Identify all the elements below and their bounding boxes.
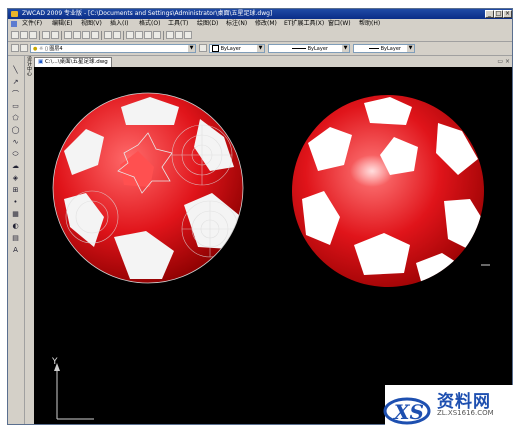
menu-file[interactable]: 文件(F) [22, 19, 42, 29]
color-select[interactable]: ByLayer ▼ [209, 44, 265, 53]
help-icon[interactable] [184, 31, 192, 39]
rectangle-icon[interactable]: ▭ [11, 102, 20, 110]
menu-draw[interactable]: 绘图(D) [197, 19, 218, 29]
toolbar-separator [39, 31, 40, 40]
menu-window[interactable]: 窗口(W) [328, 19, 351, 29]
line-sample-icon [369, 48, 380, 49]
arc-icon[interactable]: ⌒ [11, 90, 20, 98]
app-window: ZWCAD 2009 专业版 - [C:\Documents and Setti… [7, 8, 513, 425]
properties-icon[interactable] [166, 31, 174, 39]
lineweight-select[interactable]: ByLayer ▼ [353, 44, 415, 53]
make-current-layer-icon[interactable] [199, 44, 207, 52]
polygon-icon[interactable]: ⬠ [11, 114, 20, 122]
point-icon[interactable]: • [11, 198, 20, 206]
color-select-value: ByLayer [220, 46, 241, 52]
spline-icon[interactable]: ∿ [11, 138, 20, 146]
draw-toolbar: ╲ ↗ ⌒ ▭ ⬠ ◯ ∿ ⬭ ☁ ◈ ⊞ • ▦ ◐ ▤ A [8, 56, 25, 424]
chevron-down-icon[interactable]: ▼ [407, 45, 414, 52]
menu-tools[interactable]: 工具(T) [168, 19, 188, 29]
layers-properties-toolbar: ● ☼ ▯ 图层4 ▼ ByLayer ▼ ByLayer ▼ ByLayer … [8, 42, 512, 56]
standard-toolbar [8, 29, 512, 42]
line-icon[interactable]: ╲ [11, 66, 20, 74]
restore-icon[interactable]: ▭ [497, 58, 503, 65]
document-tab[interactable]: ▣ C:\...\桌面\五星足球.dwg [34, 57, 112, 67]
chevron-down-icon[interactable]: ▼ [257, 45, 264, 52]
menu-bar: 文件(F) 编辑(E) 视图(V) 插入(I) 格式(O) 工具(T) 绘图(D… [8, 19, 512, 29]
linetype-select-value: ByLayer [307, 46, 328, 52]
undo-icon[interactable] [104, 31, 112, 39]
redo-icon[interactable] [113, 31, 121, 39]
ucs-icon: Y [51, 264, 490, 420]
document-tab-label: C:\...\桌面\五星足球.dwg [44, 59, 108, 65]
zoom-realtime-icon[interactable] [135, 31, 143, 39]
save-icon[interactable] [29, 31, 37, 39]
layer-select[interactable]: ● ☼ ▯ 图层4 ▼ [30, 44, 196, 53]
layer-manager-icon[interactable] [11, 44, 19, 52]
linetype-select[interactable]: ByLayer ▼ [268, 44, 350, 53]
window-title: ZWCAD 2009 专业版 - [C:\Documents and Setti… [22, 10, 273, 17]
region-icon[interactable]: ◐ [11, 222, 20, 230]
insert-icon[interactable]: ⊞ [11, 186, 20, 194]
toolbar-separator [123, 31, 124, 40]
open-icon[interactable] [20, 31, 28, 39]
print-preview-icon[interactable] [51, 31, 59, 39]
table-icon[interactable]: ▤ [11, 234, 20, 242]
color-swatch-icon [212, 45, 219, 52]
dwg-file-icon: ▣ [38, 59, 45, 65]
block-icon[interactable]: ◈ [11, 174, 20, 182]
text-icon[interactable]: A [11, 246, 20, 254]
watermark-logo-icon: XS [383, 397, 431, 425]
toolbar-separator [163, 31, 164, 40]
toolbar-separator [61, 31, 62, 40]
close-icon[interactable]: × [505, 58, 510, 65]
layer-previous-icon[interactable] [20, 44, 28, 52]
y-axis-label: Y [51, 357, 58, 367]
layer-select-value: 图层4 [49, 46, 63, 52]
design-center-tab[interactable]: 设计中心 [25, 56, 32, 96]
svg-text:XS: XS [392, 400, 424, 424]
chevron-down-icon[interactable]: ▼ [342, 45, 349, 52]
cut-icon[interactable] [64, 31, 72, 39]
drawing-canvas[interactable]: Y [34, 67, 512, 424]
app-logo-icon [11, 11, 18, 17]
minimize-button[interactable]: _ [485, 10, 494, 18]
menu-modify[interactable]: 修改(M) [255, 19, 277, 29]
ellipse-icon[interactable]: ⬭ [11, 150, 20, 158]
document-icon [11, 21, 17, 27]
revcloud-icon[interactable]: ☁ [11, 162, 20, 170]
pan-icon[interactable] [126, 31, 134, 39]
menu-et-tools[interactable]: ET扩展工具(X) [284, 19, 324, 29]
chevron-down-icon[interactable]: ▼ [188, 45, 195, 52]
maximize-button[interactable]: □ [494, 10, 503, 18]
tab-controls[interactable]: ▭ × [482, 58, 510, 66]
watermark-url: ZL.XS1616.COM [437, 409, 494, 417]
menu-format[interactable]: 格式(O) [139, 19, 160, 29]
lineweight-select-value: ByLayer [380, 46, 401, 52]
menu-insert[interactable]: 插入(I) [110, 19, 128, 29]
new-icon[interactable] [11, 31, 19, 39]
design-center-icon[interactable] [175, 31, 183, 39]
zoom-window-icon[interactable] [144, 31, 152, 39]
title-bar: ZWCAD 2009 专业版 - [C:\Documents and Setti… [8, 9, 512, 19]
menu-help[interactable]: 帮助(H) [359, 19, 380, 29]
match-properties-icon[interactable] [91, 31, 99, 39]
paste-icon[interactable] [82, 31, 90, 39]
polyline-icon[interactable]: ↗ [11, 78, 20, 86]
toolbar-separator [101, 31, 102, 40]
menu-dimension[interactable]: 标注(N) [226, 19, 247, 29]
copy-icon[interactable] [73, 31, 81, 39]
menu-edit[interactable]: 编辑(E) [52, 19, 72, 29]
zoom-previous-icon[interactable] [153, 31, 161, 39]
close-button[interactable]: × [503, 10, 512, 18]
menu-view[interactable]: 视图(V) [81, 19, 102, 29]
circle-icon[interactable]: ◯ [11, 126, 20, 134]
hatch-icon[interactable]: ▦ [11, 210, 20, 218]
print-icon[interactable] [42, 31, 50, 39]
line-sample-icon [292, 48, 307, 49]
